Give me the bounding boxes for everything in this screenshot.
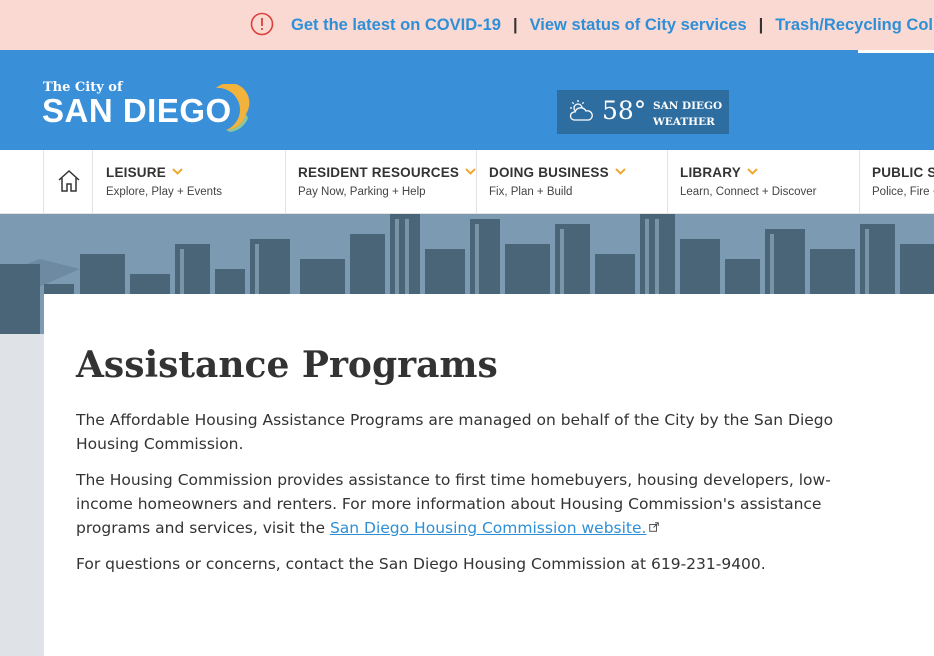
nav-business-title: DOING BUSINESS	[489, 165, 609, 180]
nav-leisure-subtitle: Explore, Play + Events	[106, 186, 223, 198]
alert-icon	[250, 12, 274, 36]
chevron-down-icon	[747, 168, 758, 175]
weather-temperature: 58°	[602, 96, 647, 125]
partly-cloudy-icon	[569, 100, 593, 121]
nav-library-subtitle: Learn, Connect + Discover	[680, 186, 817, 198]
sun-logo-icon	[216, 84, 250, 132]
home-button[interactable]	[43, 150, 93, 213]
content-card: Assistance Programs The Affordable Housi…	[44, 294, 934, 656]
separator: |	[758, 15, 764, 34]
weather-widget[interactable]: 58° SAN DIEGO WEATHER	[557, 90, 729, 134]
home-icon	[58, 169, 80, 192]
housing-commission-paragraph: The Housing Commission provides assistan…	[76, 468, 876, 540]
nav-safety-subtitle: Police, Fire + Rescue	[872, 186, 934, 198]
nav-item-doing-business[interactable]: DOING BUSINESS Fix, Plan + Build	[477, 150, 668, 213]
main-nav: LEISURE Explore, Play + Events RESIDENT …	[0, 150, 934, 214]
nav-business-subtitle: Fix, Plan + Build	[489, 186, 573, 198]
header-tab-indicator	[858, 50, 934, 53]
nav-resident-title: RESIDENT RESOURCES	[298, 165, 460, 180]
alert-links: Get the latest on COVID-19 | View status…	[291, 0, 934, 50]
chevron-down-icon	[172, 168, 183, 175]
nav-item-public-safety[interactable]: PUBLIC SAFETY Police, Fire + Rescue	[860, 150, 934, 213]
alert-bar: Get the latest on COVID-19 | View status…	[0, 0, 934, 50]
covid-link[interactable]: Get the latest on COVID-19	[291, 16, 501, 35]
external-link-icon	[649, 522, 660, 532]
chevron-down-icon	[465, 168, 476, 175]
page-title: Assistance Programs	[76, 344, 498, 386]
housing-commission-link[interactable]: San Diego Housing Commission website.	[330, 519, 647, 537]
city-services-link[interactable]: View status of City services	[530, 16, 747, 35]
nav-safety-title: PUBLIC SAFETY	[872, 165, 934, 180]
nav-item-library[interactable]: LIBRARY Learn, Connect + Discover	[668, 150, 860, 213]
contact-paragraph: For questions or concerns, contact the S…	[76, 555, 766, 573]
nav-item-leisure[interactable]: LEISURE Explore, Play + Events	[94, 150, 286, 213]
trash-recycling-link[interactable]: Trash/Recycling Collection	[775, 16, 934, 35]
chevron-down-icon	[615, 168, 626, 175]
nav-item-resident-resources[interactable]: RESIDENT RESOURCES Pay Now, Parking + He…	[286, 150, 477, 213]
weather-label: SAN DIEGO WEATHER	[653, 100, 723, 128]
nav-leisure-title: LEISURE	[106, 165, 166, 180]
nav-resident-subtitle: Pay Now, Parking + Help	[298, 186, 426, 198]
logo-big-text: SAN DIEGO	[42, 92, 232, 129]
city-logo[interactable]: The City of SAN DIEGO	[42, 80, 252, 136]
intro-paragraph: The Affordable Housing Assistance Progra…	[76, 411, 834, 453]
nav-library-title: LIBRARY	[680, 165, 741, 180]
separator: |	[512, 15, 518, 34]
site-header: The City of SAN DIEGO 58° SAN DIEGO WEAT…	[0, 50, 934, 150]
